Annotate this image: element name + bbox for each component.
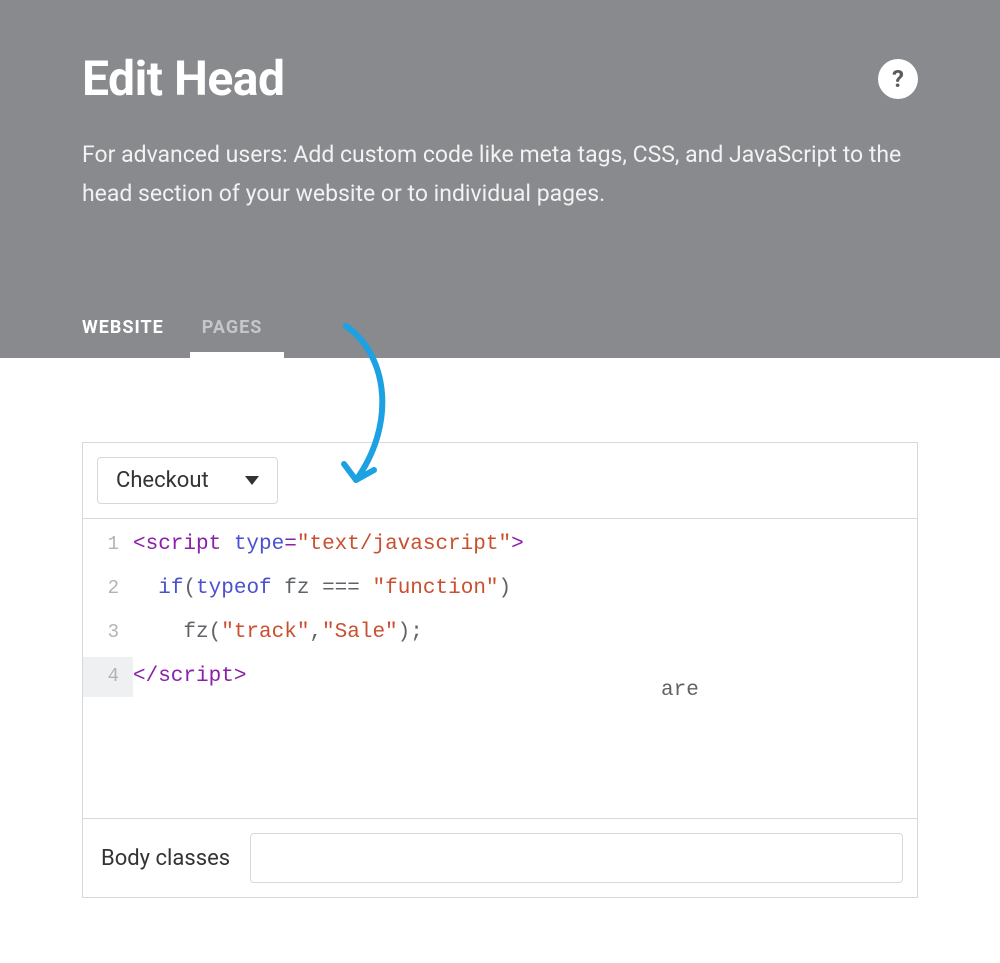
dropdown-selected-label: Checkout [116,468,209,493]
editor-panel: Checkout 1<script type="text/javascript"… [82,442,918,898]
tab-website[interactable]: WEBSITE [82,317,164,358]
page-select-dropdown[interactable]: Checkout [97,457,278,504]
code-content[interactable]: </script> [133,655,246,699]
stray-text: are [661,669,699,713]
title-row: Edit Head ? [82,50,918,107]
line-number: 1 [83,525,133,565]
tab-pages[interactable]: PAGES [202,317,263,358]
panel-toolbar: Checkout [83,443,917,519]
caret-down-icon [245,476,259,485]
tabs: WEBSITE PAGES [82,317,262,358]
header: Edit Head ? For advanced users: Add cust… [0,0,1000,358]
line-number: 3 [83,613,133,653]
code-line[interactable]: 1<script type="text/javascript"> [83,523,917,567]
code-line[interactable]: 3 fz("track","Sale"); [83,611,917,655]
code-content[interactable]: fz("track","Sale"); [133,611,423,655]
code-content[interactable]: <script type="text/javascript"> [133,523,524,567]
code-line[interactable]: 4</script> [83,655,917,699]
body-classes-row: Body classes [83,819,917,897]
body-classes-input[interactable] [250,833,903,883]
body-classes-label: Body classes [97,846,230,871]
line-number: 4 [83,657,133,697]
line-number: 2 [83,569,133,609]
code-editor[interactable]: 1<script type="text/javascript">2 if(typ… [83,519,917,819]
help-icon[interactable]: ? [878,59,918,99]
content: Checkout 1<script type="text/javascript"… [0,358,1000,918]
page-description: For advanced users: Add custom code like… [82,135,912,213]
page-title: Edit Head [82,50,284,107]
code-content[interactable]: if(typeof fz === "function") [133,567,511,611]
code-line[interactable]: 2 if(typeof fz === "function") [83,567,917,611]
